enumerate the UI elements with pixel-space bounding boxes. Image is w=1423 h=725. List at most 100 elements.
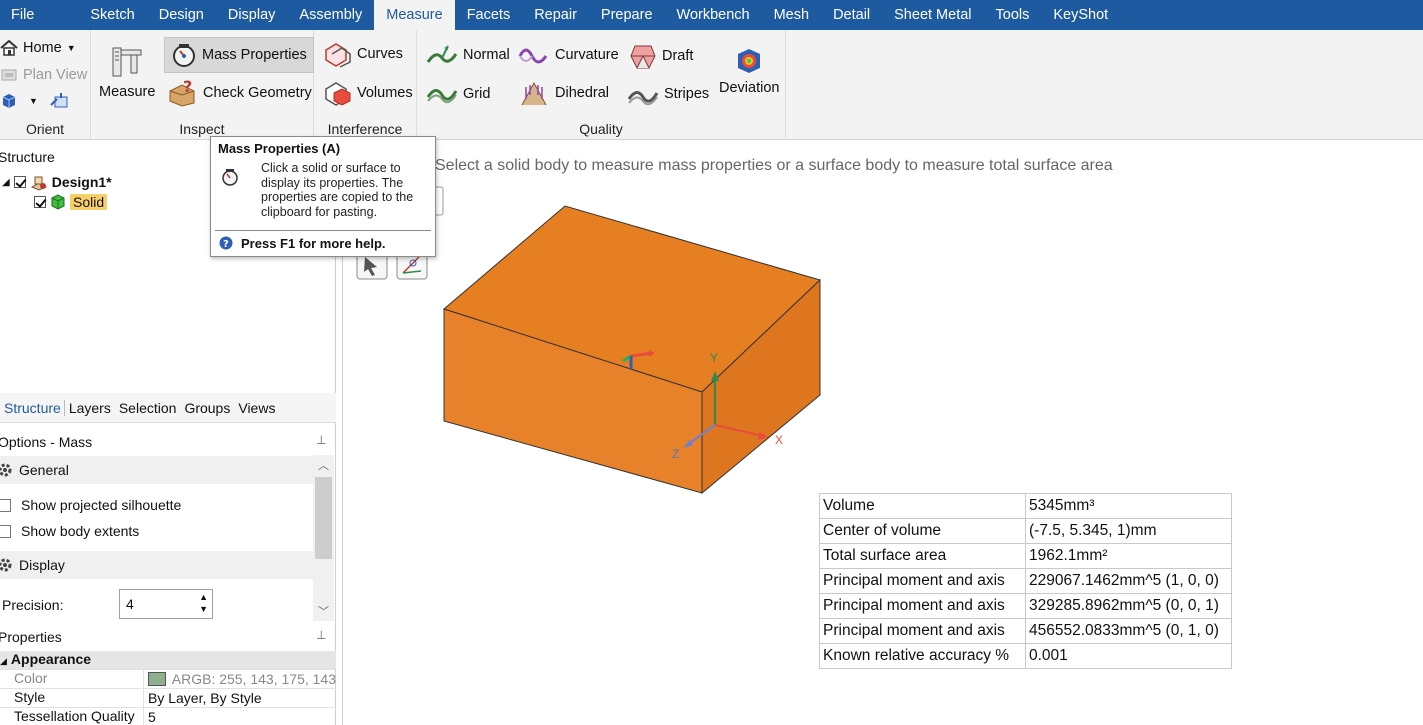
menu-tab-display[interactable]: Display (216, 0, 288, 30)
menu-tab-design[interactable]: Design (147, 0, 216, 30)
result-key: Volume (819, 493, 1026, 519)
properties-panel-title: Properties (0, 629, 62, 645)
volumes-icon (325, 82, 351, 106)
stepper-arrows-icon[interactable]: ▲ ▼ (199, 591, 208, 615)
menu-tab-sketch[interactable]: Sketch (78, 0, 146, 30)
general-section-header[interactable]: General (0, 456, 314, 484)
check-geometry-button[interactable]: ? Check Geometry (168, 79, 312, 107)
menu-tab-assembly[interactable]: Assembly (287, 0, 374, 30)
result-key: Total surface area (819, 543, 1026, 569)
color-swatch[interactable] (148, 672, 166, 686)
dihedral-button[interactable]: Dihedral (518, 79, 609, 107)
tab-groups[interactable]: Groups (180, 400, 234, 416)
menu-tab-mesh[interactable]: Mesh (762, 0, 821, 30)
result-key: Principal moment and axis (819, 618, 1026, 644)
show-projected-silhouette-row[interactable]: Show projected silhouette (0, 497, 181, 513)
show-projected-silhouette-checkbox[interactable] (0, 498, 11, 512)
result-value: 229067.1462mm^5 (1, 0, 0) (1025, 568, 1232, 594)
menu-tab-prepare[interactable]: Prepare (589, 0, 665, 30)
check-geometry-icon: ? (169, 79, 195, 107)
menu-bar: File Sketch Design Display Assembly Meas… (0, 0, 1423, 30)
design-visibility-checkbox[interactable] (13, 176, 26, 188)
tree-item-design[interactable]: ◢ Design1* (2, 173, 112, 191)
tree-collapse-icon[interactable]: ◢ (2, 177, 10, 188)
plan-view-button[interactable]: Plan View (0, 67, 87, 83)
general-section-label: General (19, 462, 69, 478)
tab-selection[interactable]: Selection (115, 400, 181, 416)
axis-z-label: Z (672, 447, 679, 461)
menu-tab-repair[interactable]: Repair (522, 0, 589, 30)
pin-icon[interactable]: ⊥ (316, 433, 326, 447)
menu-tab-detail[interactable]: Detail (821, 0, 882, 30)
menu-tab-tools[interactable]: Tools (984, 0, 1042, 30)
pin-icon[interactable]: ⊥ (316, 628, 326, 642)
options-scrollbar[interactable]: ︿ ﹀ (313, 455, 334, 621)
stripes-button[interactable]: Stripes (627, 81, 709, 107)
precision-stepper[interactable]: 4 ▲ ▼ (119, 589, 213, 619)
tree-item-solid[interactable]: Solid (34, 194, 108, 210)
quality-group-label: Quality (579, 121, 623, 137)
orient-group: Home ▼ Plan View ▼ Orient (0, 30, 91, 140)
home-label: Home (23, 40, 62, 56)
table-row: Total surface area 1962.1mm² (819, 543, 1232, 569)
draft-button[interactable]: Draft (629, 42, 693, 70)
chevron-down-icon[interactable]: ▼ (29, 96, 38, 106)
property-row-style[interactable]: Style By Layer, By Style (0, 689, 336, 708)
tooltip-body: Click a solid or surface to display its … (261, 161, 414, 219)
table-row: Center of volume (-7.5, 5.345, 1)mm (819, 518, 1232, 544)
precision-row: Precision: (2, 597, 63, 613)
scroll-up-icon[interactable]: ︿ (318, 457, 329, 473)
mass-properties-table: Volume 5345mm³ Center of volume (-7.5, 5.3… (819, 493, 1232, 669)
show-projected-silhouette-label: Show projected silhouette (21, 497, 182, 513)
mass-properties-button[interactable]: Mass Properties (164, 37, 314, 73)
menu-tab-keyshot[interactable]: KeyShot (1041, 0, 1120, 30)
measure-label: Measure (99, 84, 156, 100)
caliper-icon (112, 47, 142, 77)
tab-views[interactable]: Views (234, 400, 279, 416)
property-row-color[interactable]: Color ARGB: 255, 143, 175, 143 (0, 670, 336, 689)
menu-tab-file[interactable]: File (0, 0, 46, 30)
volumes-label: Volumes (357, 85, 413, 101)
tab-layers[interactable]: Layers (65, 400, 115, 416)
options-scroll-thumb[interactable] (315, 477, 332, 559)
menu-tab-workbench[interactable]: Workbench (665, 0, 762, 30)
measure-button[interactable]: Measure (99, 44, 155, 100)
show-body-extents-checkbox[interactable] (0, 524, 11, 538)
tab-structure[interactable]: Structure (0, 399, 65, 416)
menu-tab-measure[interactable]: Measure (374, 0, 455, 30)
table-row: Principal moment and axis 329285.8962mm^5… (819, 593, 1232, 619)
snap-view-icon[interactable] (49, 91, 71, 111)
show-body-extents-row[interactable]: Show body extents (0, 523, 139, 539)
curvature-button[interactable]: Curvature (518, 42, 619, 68)
property-row-tessellation[interactable]: Tessellation Quality 5 (0, 708, 336, 725)
options-panel-title: Options - Mass (0, 434, 93, 450)
display-section-header[interactable]: Display (0, 551, 314, 579)
normal-button[interactable]: Normal (426, 42, 510, 68)
chevron-down-icon[interactable]: ▼ (67, 43, 76, 53)
structure-panel-title: Structure (0, 149, 55, 165)
property-value: By Layer, By Style (148, 690, 262, 706)
table-row: Known relative accuracy % 0.001 (819, 643, 1232, 669)
solid-body-icon (51, 194, 65, 210)
deviation-button[interactable]: Deviation (719, 46, 779, 96)
view-cube-button[interactable]: ▼ (0, 91, 71, 111)
interference-group-label: Interference (327, 121, 403, 137)
design-icon (30, 176, 47, 191)
check-geometry-label: Check Geometry (203, 85, 312, 101)
solid-visibility-checkbox[interactable] (34, 196, 46, 208)
property-key: Style (0, 689, 144, 707)
curves-button[interactable]: Curves (322, 40, 403, 68)
property-value: ARGB: 255, 143, 175, 143 (144, 670, 336, 688)
menu-tab-facets[interactable]: Facets (455, 0, 523, 30)
menu-tab-sheet-metal[interactable]: Sheet Metal (882, 0, 983, 30)
precision-value: 4 (126, 596, 134, 612)
scroll-down-icon[interactable]: ﹀ (318, 603, 329, 619)
appearance-category[interactable]: ◢ Appearance (0, 651, 336, 670)
draft-icon (630, 45, 656, 69)
home-button[interactable]: Home ▼ (0, 40, 76, 56)
curves-label: Curves (357, 46, 403, 62)
result-value: 5345mm³ (1025, 493, 1232, 519)
volumes-button[interactable]: Volumes (322, 79, 413, 107)
structure-tabs: Structure Layers Selection Groups Views (0, 393, 336, 423)
grid-button[interactable]: Grid (426, 81, 490, 107)
